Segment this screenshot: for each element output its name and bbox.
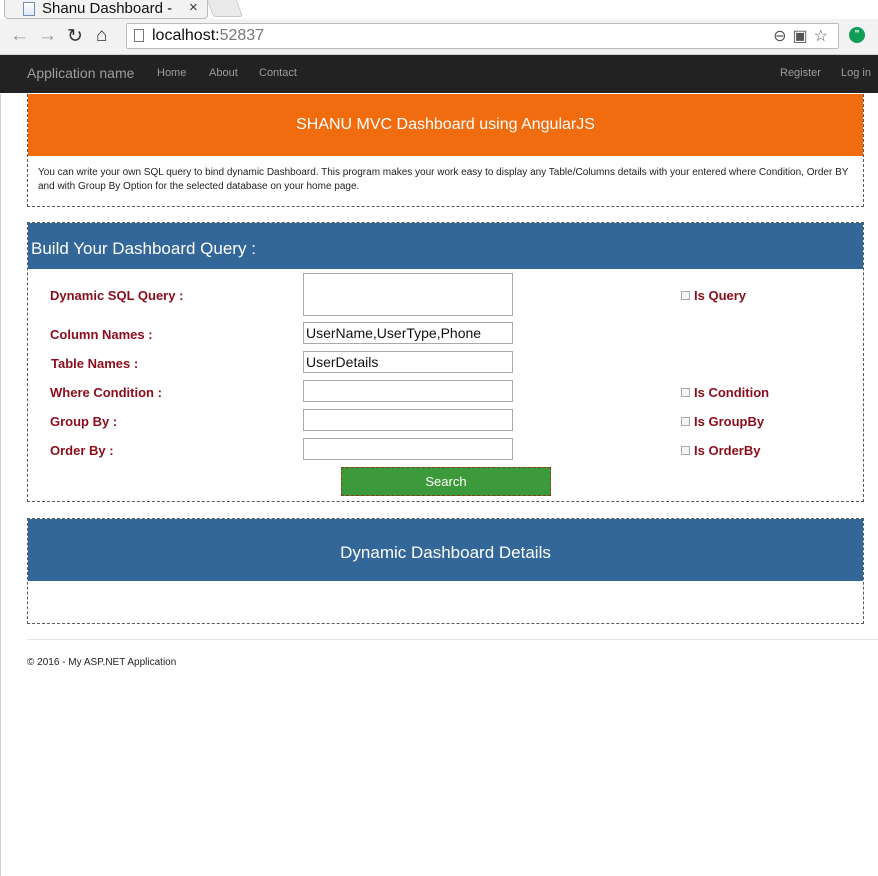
- footer-text: © 2016 - My ASP.NET Application: [27, 657, 177, 668]
- intro-title: SHANU MVC Dashboard using AngularJS: [28, 94, 863, 156]
- translate-icon[interactable]: ▣: [793, 28, 814, 45]
- brand-link[interactable]: Application name: [27, 65, 134, 81]
- nav-login-link[interactable]: Log in: [841, 67, 871, 79]
- query-form: Dynamic SQL Query : Is Query Column Name…: [28, 269, 863, 502]
- is-query-checkbox[interactable]: [681, 291, 690, 300]
- is-groupby-checkbox[interactable]: [681, 417, 690, 426]
- star-icon[interactable]: ☆: [814, 28, 834, 45]
- nav-about-link[interactable]: About: [209, 67, 238, 79]
- order-by-label: Order By :: [50, 443, 114, 458]
- search-button[interactable]: Search: [341, 467, 551, 496]
- tab-close-icon[interactable]: ×: [189, 0, 198, 16]
- order-by-input[interactable]: [303, 438, 513, 460]
- hangouts-icon[interactable]: ": [849, 27, 865, 43]
- page-icon: [134, 29, 144, 42]
- browser-tab[interactable]: Shanu Dashboard - ×: [4, 0, 208, 19]
- query-title: Build Your Dashboard Query :: [31, 239, 256, 258]
- omnibox-actions: ⊖▣☆: [773, 26, 834, 46]
- zoom-icon[interactable]: ⊖: [773, 28, 792, 45]
- table-names-label: Table Names :: [51, 356, 139, 371]
- query-header: Build Your Dashboard Query :: [28, 223, 863, 269]
- dynamic-sql-label: Dynamic SQL Query :: [50, 288, 184, 303]
- table-names-input[interactable]: [303, 351, 513, 373]
- intro-panel: SHANU MVC Dashboard using AngularJS You …: [27, 94, 864, 207]
- new-tab-button[interactable]: [206, 0, 244, 17]
- reload-icon[interactable]: ↻: [67, 25, 83, 48]
- where-condition-input[interactable]: [303, 380, 513, 402]
- group-by-input[interactable]: [303, 409, 513, 431]
- footer-divider: [27, 639, 878, 640]
- intro-text: You can write your own SQL query to bind…: [38, 167, 849, 192]
- arrow-left-icon[interactable]: ←: [10, 25, 29, 47]
- browser-tab-strip: Shanu Dashboard - ×: [0, 0, 878, 19]
- url-text[interactable]: localhost:52837: [152, 27, 264, 45]
- is-orderby-checkbox[interactable]: [681, 446, 690, 455]
- site-navbar: Application name Home About Contact Regi…: [0, 55, 878, 93]
- details-panel: Dynamic Dashboard Details: [27, 518, 864, 624]
- where-condition-label: Where Condition :: [50, 385, 162, 400]
- is-condition-checkbox[interactable]: [681, 388, 690, 397]
- is-query-label: Is Query: [694, 288, 747, 303]
- dynamic-sql-textarea[interactable]: [303, 273, 513, 316]
- is-condition-label: Is Condition: [694, 385, 770, 400]
- nav-home-link[interactable]: Home: [157, 67, 186, 79]
- query-panel: Build Your Dashboard Query : Dynamic SQL…: [27, 222, 864, 502]
- column-names-label: Column Names :: [50, 327, 153, 342]
- page-edge: [0, 94, 1, 876]
- details-title: Dynamic Dashboard Details: [28, 519, 863, 581]
- is-orderby-label: Is OrderBy: [694, 443, 761, 458]
- arrow-right-icon[interactable]: →: [38, 25, 57, 47]
- nav-contact-link[interactable]: Contact: [259, 67, 297, 79]
- tab-title: Shanu Dashboard -: [42, 0, 173, 17]
- page-favicon-icon: [23, 2, 35, 16]
- group-by-label: Group By :: [50, 414, 118, 429]
- nav-register-link[interactable]: Register: [780, 67, 821, 79]
- is-groupby-label: Is GroupBy: [694, 414, 765, 429]
- browser-toolbar: ← → ↻ ⌂ localhost:52837 ⊖▣☆ ": [0, 19, 878, 55]
- column-names-input[interactable]: [303, 322, 513, 344]
- address-bar[interactable]: localhost:52837 ⊖▣☆: [126, 23, 839, 49]
- home-icon[interactable]: ⌂: [96, 25, 107, 47]
